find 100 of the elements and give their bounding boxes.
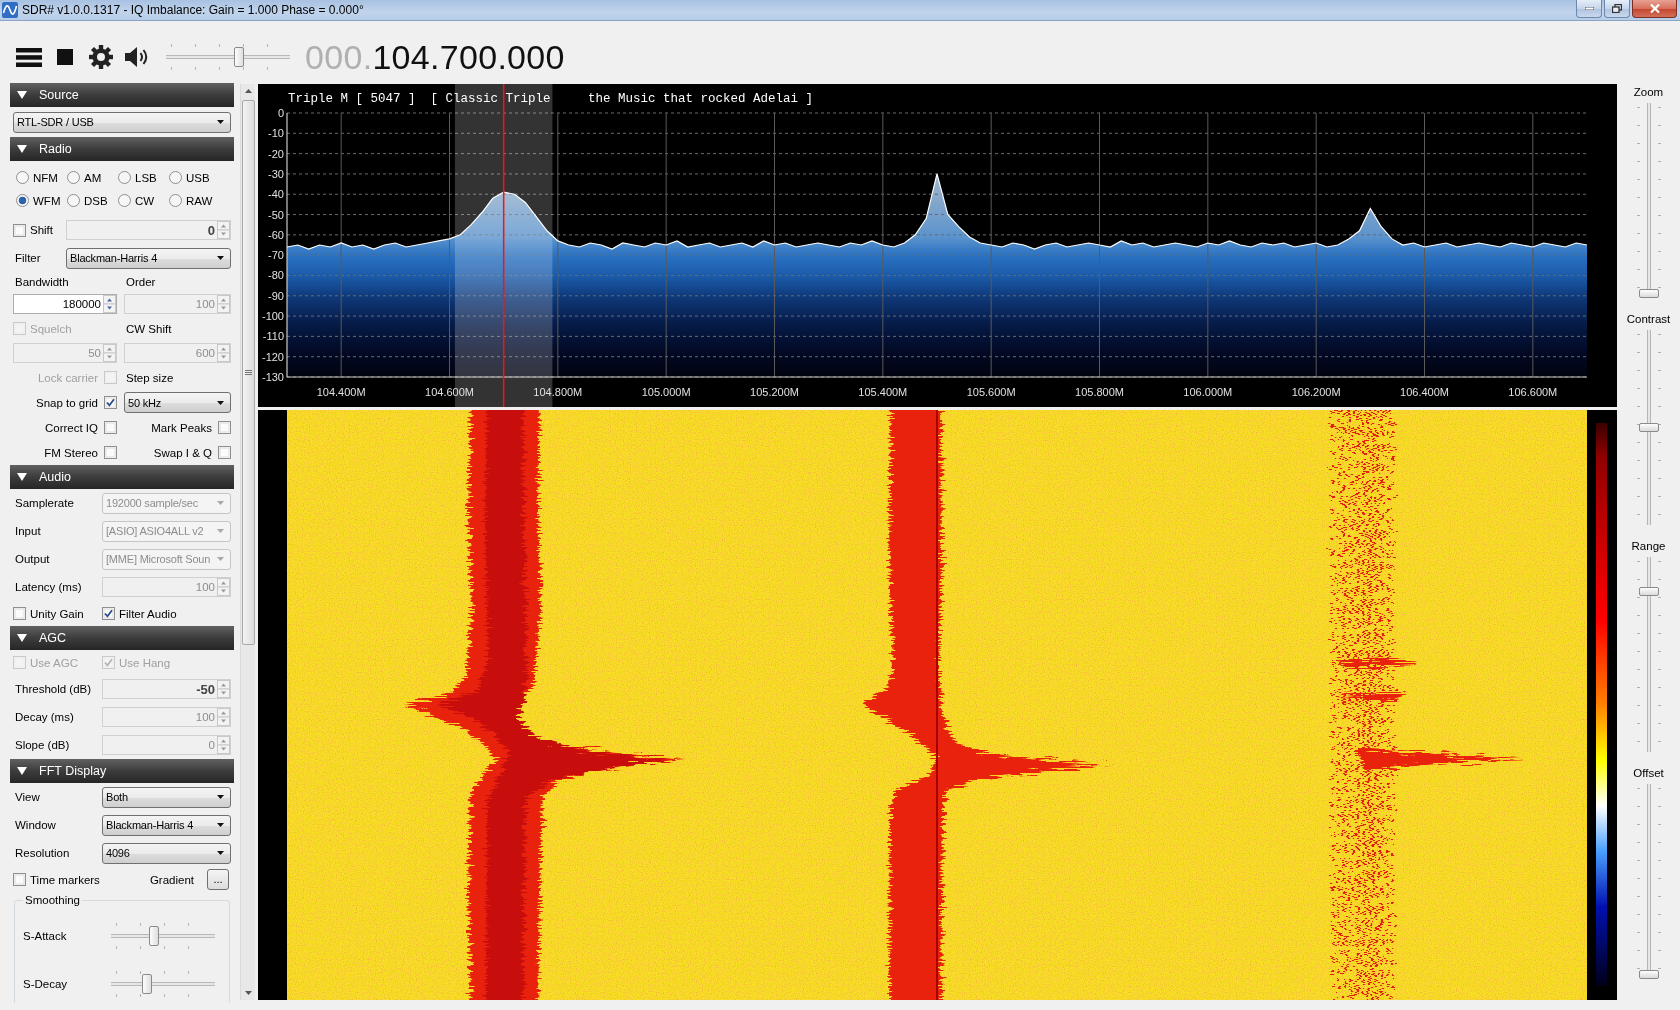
field-label: Order — [125, 276, 156, 288]
checkbox-label: Lock carrier — [37, 371, 98, 384]
radio-button[interactable] — [67, 194, 80, 207]
window-title: SDR# v1.0.0.1317 - IQ Imbalance: Gain = 1.000 Phase = 0.000° — [22, 3, 364, 17]
radio-button[interactable] — [169, 194, 182, 207]
slider-thumb[interactable] — [1638, 289, 1659, 298]
rds-text: Triple M [ 5047 ] [ Classic Triple the Music that rocked Adelai ] — [288, 92, 814, 106]
axis-tick-label: -70 — [268, 249, 284, 262]
number-spinner[interactable]: 180000 — [13, 294, 117, 314]
scrollbar-thumb[interactable] — [241, 100, 255, 645]
checkbox-label: FM Stereo — [44, 446, 98, 459]
slider-label: S-Attack — [22, 930, 68, 942]
radio-button[interactable] — [169, 171, 182, 184]
caret-icon — [17, 767, 27, 775]
radio-label: LSB — [135, 171, 157, 184]
radio-label: USB — [186, 171, 210, 184]
dropdown-arrow-icon — [217, 529, 224, 533]
field-label: Step size — [125, 371, 174, 384]
dropdown-arrow-icon — [217, 400, 224, 405]
radio-label: CW — [135, 194, 155, 207]
restore-button[interactable] — [1604, 0, 1630, 18]
axis-tick-label: -100 — [261, 310, 284, 323]
axis-tick-label: 106.000M — [1183, 386, 1233, 398]
section-header[interactable]: AGC — [10, 626, 234, 650]
radio-label: RAW — [186, 194, 213, 207]
slider-thumb[interactable] — [148, 926, 159, 946]
checkbox[interactable] — [104, 396, 117, 409]
radio-label: DSB — [84, 194, 108, 207]
checkbox[interactable] — [218, 421, 231, 434]
radio-button[interactable] — [118, 171, 131, 184]
caret-icon — [17, 634, 27, 642]
axis-tick-label: 105.600M — [966, 386, 1016, 398]
checkbox[interactable] — [13, 223, 26, 237]
section-header[interactable]: Source — [10, 83, 234, 107]
slider-label: Range — [1631, 539, 1666, 554]
ellipsis-button[interactable]: ... — [207, 869, 229, 890]
section-header[interactable]: Audio — [10, 465, 234, 489]
axis-tick-label: 0 — [277, 107, 284, 119]
section-header[interactable]: Radio — [10, 137, 234, 161]
axis-tick-label: 106.400M — [1400, 386, 1449, 398]
slider-thumb[interactable] — [142, 974, 152, 994]
speaker-icon[interactable] — [124, 46, 150, 68]
field-label: Input — [14, 525, 42, 537]
radio-label: WFM — [33, 194, 61, 207]
field-label: Window — [14, 819, 57, 831]
axis-tick-label: -60 — [268, 228, 284, 241]
dropdown[interactable]: Blackman-Harris 4 — [66, 247, 231, 269]
scrollbar[interactable] — [240, 84, 255, 1000]
dropdown-arrow-icon — [217, 823, 224, 827]
field-label: Resolution — [14, 847, 71, 859]
frequency-display[interactable]: 000.104.700.000 — [305, 37, 565, 77]
field-label: Decay (ms) — [14, 711, 75, 723]
settings-icon[interactable] — [89, 45, 113, 69]
checkbox-label: Squelch — [30, 322, 72, 335]
caret-icon — [17, 91, 27, 99]
checkbox[interactable] — [218, 446, 231, 459]
dropdown[interactable]: Both — [102, 786, 231, 808]
dropdown-arrow-icon — [217, 256, 224, 260]
checkbox-label: Correct IQ — [44, 421, 98, 434]
checkbox[interactable] — [104, 446, 117, 459]
slider-thumb[interactable] — [234, 47, 245, 67]
dropdown[interactable]: Blackman-Harris 4 — [102, 814, 231, 836]
radio-button[interactable] — [118, 194, 131, 207]
field-label: Slope (dB) — [14, 739, 71, 751]
checkbox[interactable] — [13, 607, 26, 620]
close-button[interactable] — [1632, 0, 1677, 18]
slider-thumb[interactable] — [1638, 970, 1659, 979]
spin-buttons[interactable] — [103, 295, 116, 313]
checkbox[interactable] — [102, 607, 115, 620]
slider-label: S-Decay — [22, 978, 69, 990]
slider-label: Offset — [1633, 766, 1664, 781]
axis-tick-label: 106.200M — [1291, 386, 1341, 398]
axis-tick-label: -30 — [268, 167, 284, 180]
checkbox-label: Snap to grid — [36, 396, 98, 409]
app-icon — [2, 2, 18, 18]
section-header[interactable]: FFT Display — [10, 759, 234, 783]
caret-icon — [17, 473, 27, 481]
menu-icon[interactable] — [16, 47, 42, 67]
dropdown[interactable]: 50 kHz — [124, 392, 231, 413]
restore-icon — [1612, 4, 1622, 13]
down-arrow-icon — [244, 991, 252, 995]
slider-label: Contrast — [1626, 312, 1671, 327]
dropdown-arrow-icon — [217, 501, 224, 505]
checkbox[interactable] — [13, 873, 26, 886]
radio-button[interactable] — [67, 171, 80, 184]
dropdown[interactable]: RTL-SDR / USB — [13, 111, 231, 133]
dropdown-arrow-icon — [217, 120, 224, 124]
slider-thumb[interactable] — [1638, 586, 1659, 596]
slider-thumb[interactable] — [1638, 423, 1659, 432]
checkbox[interactable] — [104, 421, 117, 434]
axis-tick-label: -120 — [261, 350, 284, 363]
dropdown[interactable]: 4096 — [102, 842, 231, 864]
slider-label: Zoom — [1633, 85, 1664, 100]
checkbox-label: Swap I & Q — [153, 446, 212, 459]
dropdown-arrow-icon — [217, 795, 224, 799]
radio-label: AM — [84, 171, 102, 184]
radio-button[interactable] — [16, 171, 29, 184]
radio-button[interactable] — [16, 194, 29, 207]
field-label: Latency (ms) — [14, 581, 83, 593]
checkbox-label: Unity Gain — [30, 607, 84, 620]
